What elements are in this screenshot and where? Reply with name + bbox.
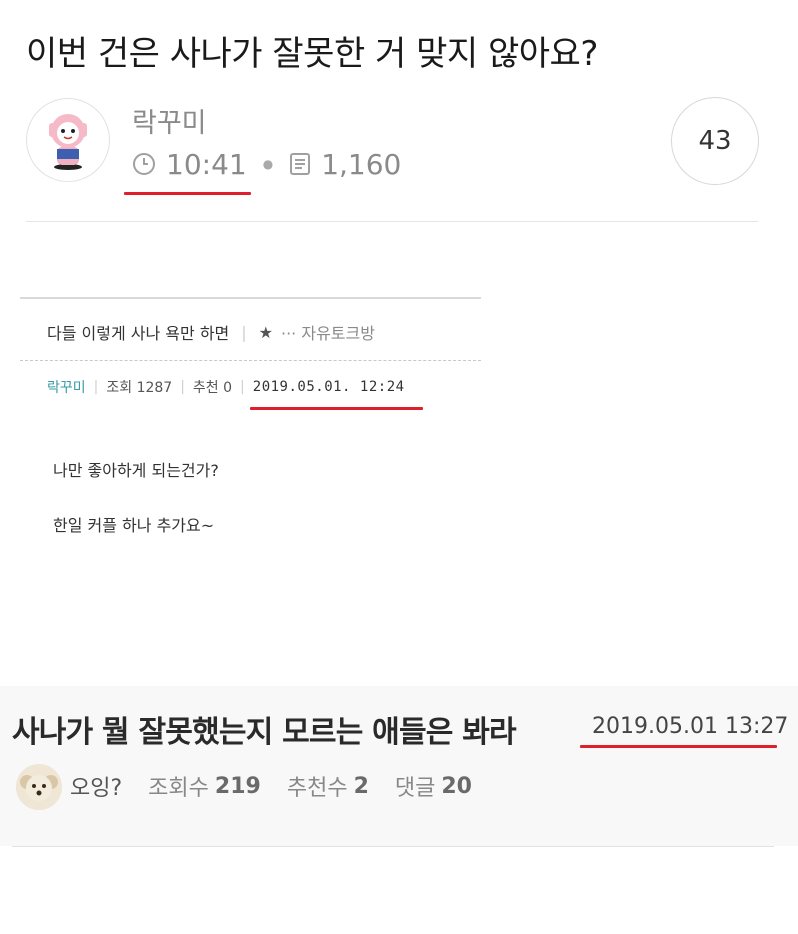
embed1-views: 조회 1287	[106, 380, 173, 396]
comment-count-button[interactable]: 43	[671, 97, 759, 185]
embed2-avatar[interactable]	[16, 764, 62, 810]
embed1-dashed-divider	[20, 360, 481, 361]
embed1-sep: |	[180, 379, 185, 395]
embed2-views: 219	[214, 773, 261, 799]
embed1-date-underline	[250, 407, 423, 410]
embed2-comments-label: 댓글	[394, 776, 436, 801]
clock-icon	[132, 152, 156, 176]
embed1-title-row: 다들 이렇게 사나 욕만 하면 | ★ ··· 자유토크방	[47, 320, 375, 344]
post-title: 이번 건은 사나가 잘못한 거 맞지 않아요?	[26, 34, 598, 74]
meta-dot: ●	[262, 157, 274, 171]
embed2-meta: 오잉? 조회수 219 추천수 2 댓글 20	[70, 770, 498, 802]
post-meta: 10:41 ● 1,160	[132, 146, 401, 182]
post-time: 10:41	[166, 147, 247, 181]
embed1-sep: |	[93, 379, 99, 395]
post-views: 1,160	[321, 147, 402, 181]
embed1-writer: 락꾸미	[47, 380, 86, 396]
header-divider	[26, 221, 758, 222]
time-underline	[124, 192, 251, 195]
embed2-date: 2019.05.01 13:27	[592, 714, 789, 739]
embed1-meta: 락꾸미 | 조회 1287 | 추천 0 | 2019.05.01. 12:24	[47, 377, 405, 397]
embed2-comments: 20	[441, 773, 472, 799]
dog-avatar-icon	[16, 764, 62, 810]
embed2-likes: 2	[353, 773, 369, 799]
author-name[interactable]: 락꾸미	[132, 101, 207, 140]
embed1-board: ··· 자유토크방	[281, 324, 375, 343]
embed1-body-line: 나만 좋아하게 되는건가?	[53, 461, 219, 480]
embed1-body-line: 한일 커플 하나 추가요~	[53, 516, 215, 535]
author-avatar[interactable]	[26, 98, 110, 182]
embed1-sep: |	[240, 379, 245, 395]
embed1-top-border	[20, 297, 481, 299]
embed2-title[interactable]: 사나가 뭘 잘못했는지 모르는 애들은 봐라	[12, 707, 517, 751]
document-icon	[289, 152, 311, 176]
embed2-nick[interactable]: 오잉?	[70, 770, 122, 802]
cartoon-avatar-icon	[49, 114, 87, 170]
embed2-likes-label: 추천수	[286, 776, 348, 801]
star-icon: ★	[258, 322, 273, 342]
embed1-likes: 추천 0	[192, 380, 233, 396]
embed1-title-separator: |	[241, 322, 247, 342]
embed1-date: 2019.05.01. 12:24	[252, 379, 405, 395]
comment-count: 43	[698, 126, 732, 156]
embed2-bottom-divider	[12, 846, 774, 847]
embed2-views-label: 조회수	[148, 776, 209, 801]
embed1-title: 다들 이렇게 사나 욕만 하면	[47, 324, 230, 343]
embed2-date-underline	[580, 745, 777, 748]
